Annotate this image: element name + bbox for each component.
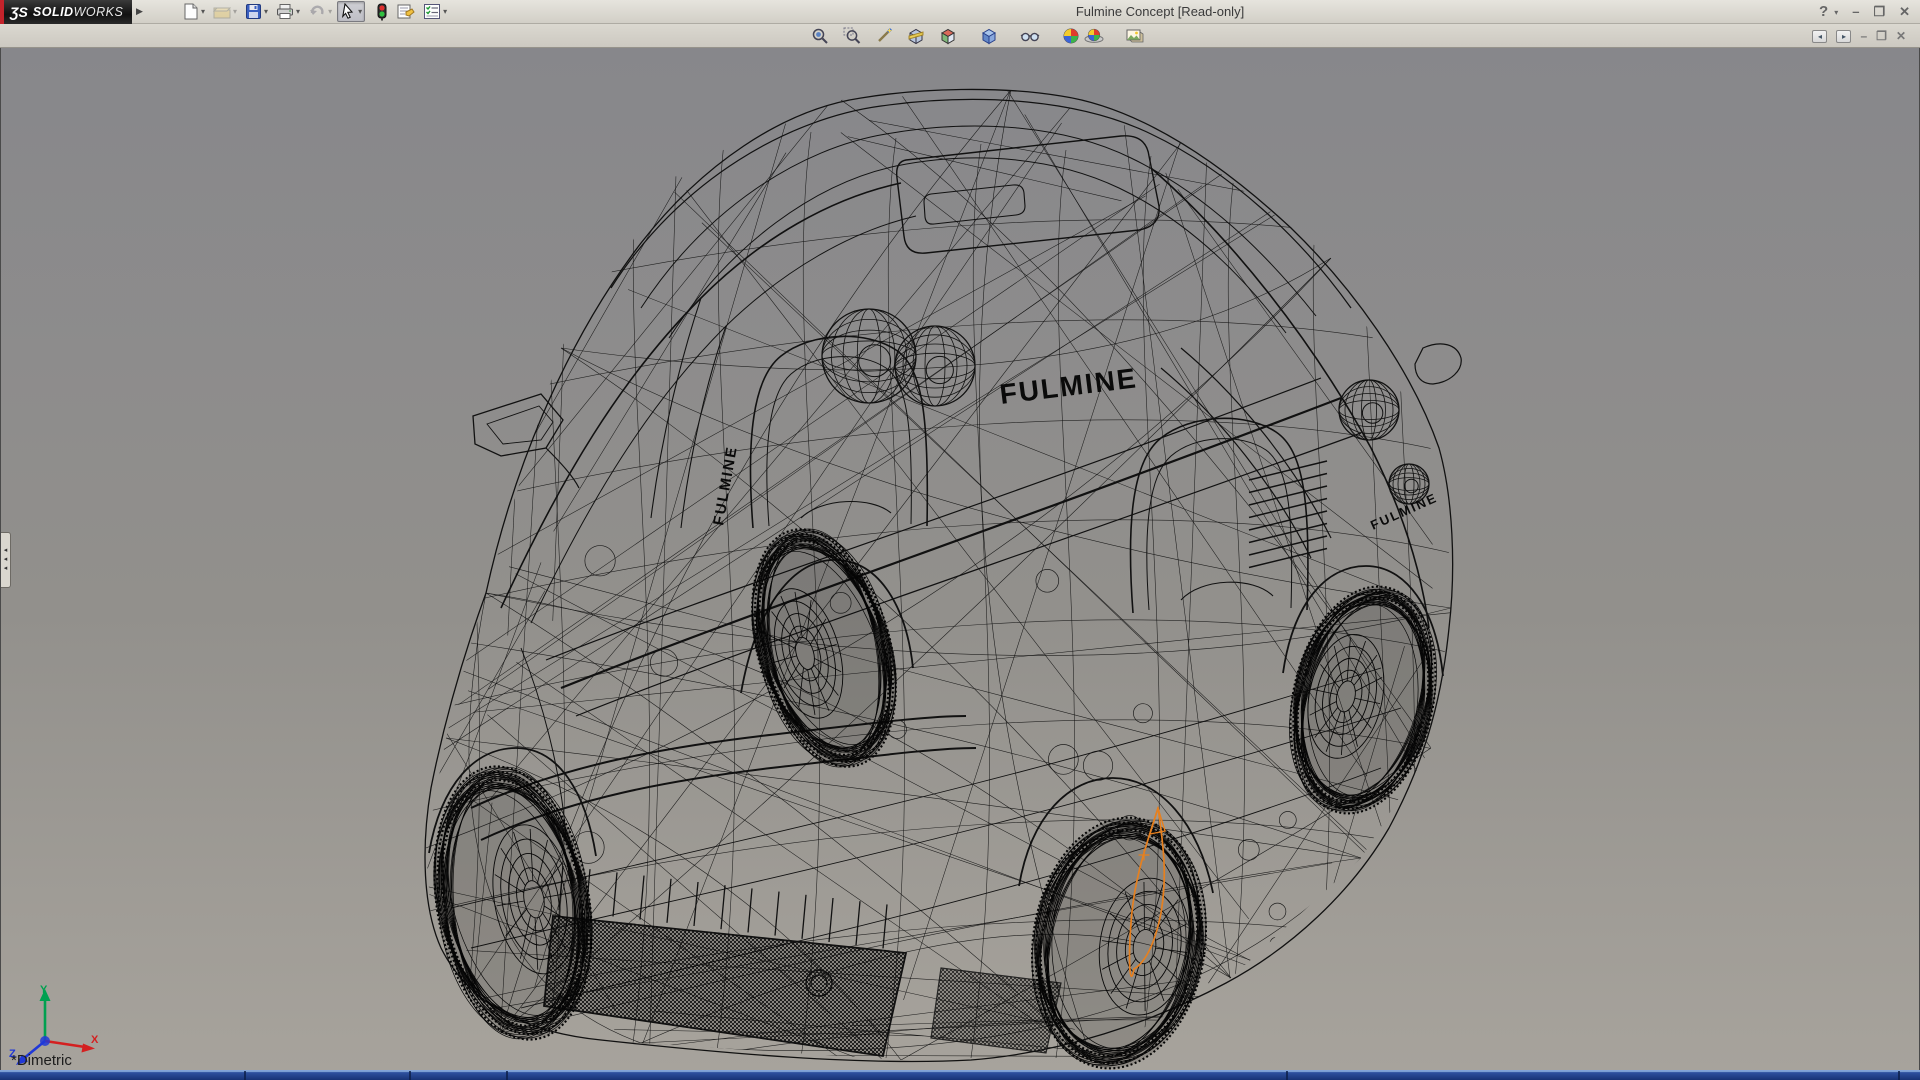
chevron-left-icon: ◂ [4, 557, 8, 563]
document-window-controls: ◂ ▸ – ❐ ✕ [1812, 25, 1906, 47]
view-orientation-icon [939, 27, 957, 45]
window-controls: ? ▾ – ❐ ✕ [1819, 0, 1910, 24]
minimize-button[interactable]: – [1852, 0, 1859, 24]
brand-light-text: WORKS [74, 5, 124, 19]
open-button[interactable]: ▾ [210, 1, 240, 22]
save-floppy-icon [245, 3, 262, 20]
view-settings-icon [1125, 27, 1144, 45]
taskbar-divider [506, 1071, 508, 1080]
save-button[interactable]: ▾ [242, 1, 271, 22]
axis-x-label: X [91, 1034, 99, 1046]
open-folder-icon [213, 3, 231, 20]
taskbar-divider [244, 1071, 246, 1080]
model-badge-rear: FULMINE [998, 362, 1139, 410]
display-style-icon [980, 27, 998, 45]
previous-view-icon [875, 27, 893, 45]
collapse-pane-left-button[interactable]: ◂ [1812, 30, 1827, 43]
options-button[interactable]: ▾ [420, 1, 450, 22]
taskbar-divider [409, 1071, 411, 1080]
apply-scene-icon [1084, 27, 1104, 45]
title-bar: ƷS SOLID WORKS ▶ ▾ ▾ ▾ [0, 0, 1920, 24]
doc-minimize-button[interactable]: – [1860, 29, 1867, 43]
featuremanager-flyout-tab[interactable]: ◂ ◂ ◂ [1, 532, 11, 588]
dropdown-arrow-icon[interactable]: ▾ [443, 7, 447, 16]
menu-expand-arrow[interactable]: ▶ [134, 2, 145, 22]
dropdown-arrow-icon[interactable]: ▾ [358, 7, 362, 16]
document-title: Fulmine Concept [Read-only] [1076, 4, 1244, 19]
model-wireframe-canvas[interactable]: FULMINEFULMINEFULMINE [1, 48, 1920, 1070]
headlight-wireframes[interactable] [822, 309, 1429, 504]
edit-appearance-icon [1062, 27, 1080, 45]
rebuild-button[interactable] [373, 1, 391, 22]
dassault-3s-icon: ƷS [10, 4, 28, 20]
view-settings-button[interactable] [1123, 26, 1146, 47]
apply-scene-button[interactable] [1082, 26, 1105, 47]
section-view-icon [907, 27, 925, 45]
dropdown-arrow-icon[interactable]: ▾ [296, 7, 300, 16]
expand-pane-right-button[interactable]: ▸ [1836, 30, 1851, 43]
rebuild-traffic-light-icon [376, 3, 388, 21]
dropdown-arrow-icon: ▾ [328, 7, 332, 16]
new-document-icon [182, 3, 199, 20]
close-button[interactable]: ✕ [1899, 0, 1910, 24]
zoom-to-fit-button[interactable] [808, 26, 831, 47]
file-properties-icon [396, 3, 415, 20]
chevron-left-icon: ◂ [4, 548, 8, 554]
wheel[interactable] [716, 506, 933, 791]
chevron-left-icon: ◂ [4, 566, 8, 572]
print-icon [276, 3, 294, 20]
menu-row: ◂ ▸ – ❐ ✕ [0, 24, 1920, 48]
view-orientation-label: *Dimetric [11, 1052, 72, 1069]
edit-appearance-button[interactable] [1059, 26, 1082, 47]
solidworks-logo: ƷS SOLID WORKS [0, 0, 132, 24]
eyeglasses-icon [1020, 27, 1040, 45]
restore-button[interactable]: ❐ [1873, 0, 1885, 24]
new-document-button[interactable]: ▾ [179, 1, 208, 22]
print-button[interactable]: ▾ [273, 1, 303, 22]
select-button[interactable]: ▾ [337, 1, 365, 22]
brand-bold-text: SOLID [33, 5, 74, 19]
dropdown-arrow-icon[interactable]: ▾ [264, 7, 268, 16]
standard-toolbar: ▾ ▾ ▾ ▾ [179, 1, 450, 22]
axis-y-label: Y [40, 984, 48, 996]
display-style-button[interactable] [977, 26, 1000, 47]
taskbar-divider [1898, 1071, 1900, 1080]
view-orientation-button[interactable] [936, 26, 959, 47]
doc-restore-button[interactable]: ❐ [1876, 29, 1887, 43]
select-arrow-icon [340, 3, 356, 20]
options-checklist-icon [423, 3, 441, 20]
zoom-to-fit-icon [811, 27, 829, 45]
undo-arrow-icon [308, 3, 326, 20]
help-button[interactable]: ? [1819, 0, 1828, 24]
windows-taskbar-edge [0, 1070, 1920, 1080]
solidworks-window: { "titlebar": { "brand": { "glyph": "ƷS"… [0, 0, 1920, 1080]
help-dropdown-icon[interactable]: ▾ [1834, 8, 1838, 17]
heads-up-view-toolbar [808, 25, 1146, 47]
wheel-wireframes[interactable] [402, 506, 1466, 1070]
section-view-button[interactable] [904, 26, 927, 47]
hide-show-items-button[interactable] [1018, 26, 1041, 47]
graphics-viewport[interactable]: FULMINEFULMINEFULMINE ◂ ◂ ◂ Y X Z *Dimet… [0, 48, 1920, 1070]
file-properties-button[interactable] [393, 1, 418, 22]
undo-button[interactable]: ▾ [305, 1, 335, 22]
zoom-to-area-button[interactable] [840, 26, 863, 47]
zoom-to-area-icon [843, 27, 861, 45]
taskbar-divider [1286, 1071, 1288, 1080]
dropdown-arrow-icon[interactable]: ▾ [201, 7, 205, 16]
previous-view-button[interactable] [872, 26, 895, 47]
doc-close-button[interactable]: ✕ [1896, 29, 1906, 43]
dropdown-arrow-icon: ▾ [233, 7, 237, 16]
